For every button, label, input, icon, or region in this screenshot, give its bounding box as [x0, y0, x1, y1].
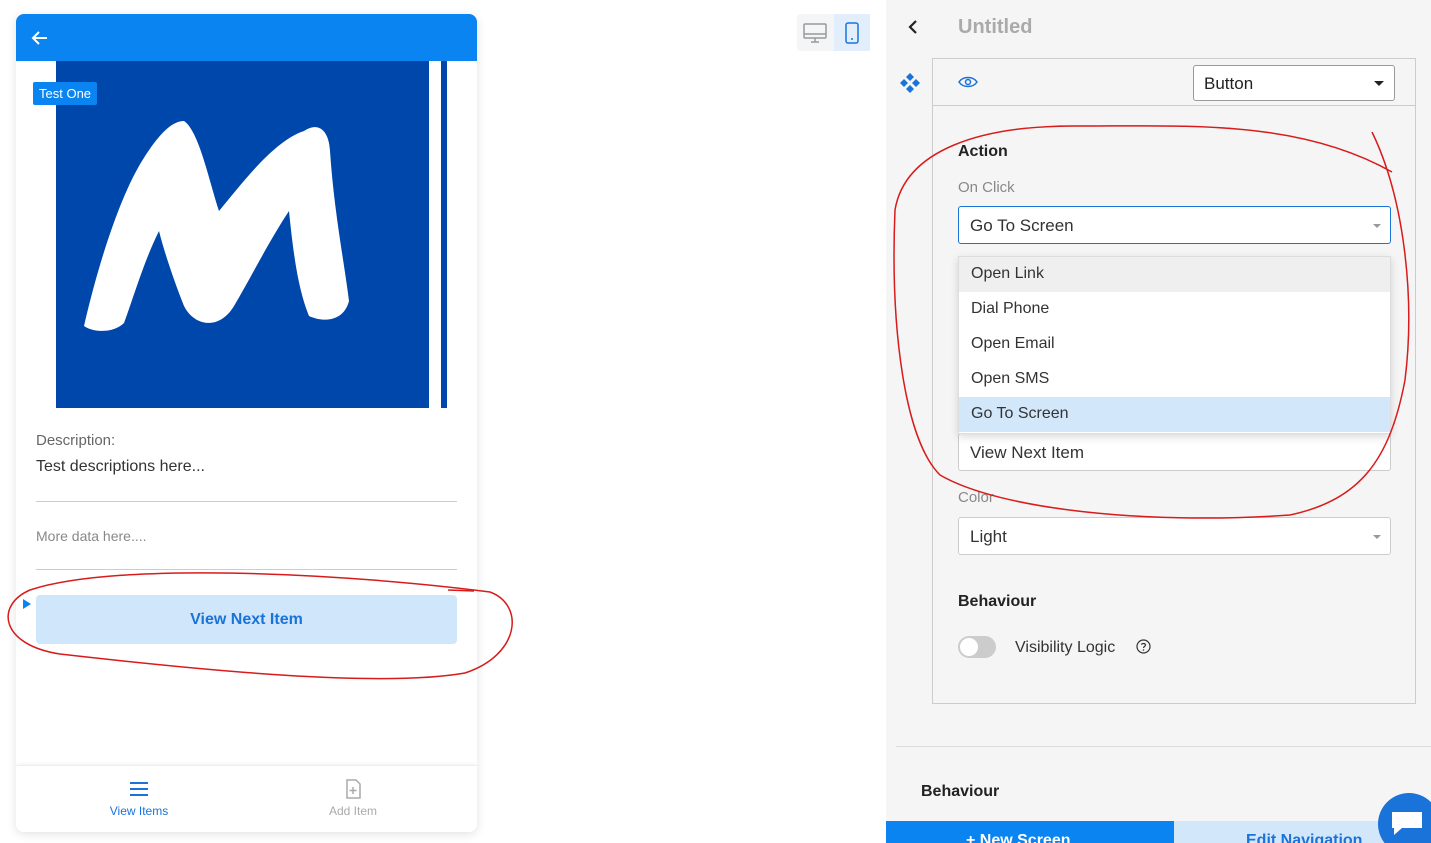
- more-data-text: More data here....: [36, 528, 147, 544]
- bottom-nav: View Items Add Item: [16, 765, 477, 832]
- view-next-item-button[interactable]: View Next Item: [36, 595, 457, 644]
- divider: [896, 746, 1431, 747]
- eye-icon[interactable]: [958, 74, 978, 90]
- chat-icon[interactable]: [1378, 793, 1431, 843]
- option-open-link[interactable]: Open Link: [959, 257, 1390, 292]
- mobile-icon: [845, 21, 859, 44]
- page-title: Untitled: [958, 16, 1033, 38]
- option-open-sms[interactable]: Open SMS: [959, 362, 1390, 397]
- on-click-options: Open Link Dial Phone Open Email Open SMS…: [958, 256, 1391, 434]
- component-type-value: Button: [1204, 74, 1254, 93]
- preview-header: [16, 14, 477, 61]
- divider: [36, 569, 457, 570]
- desktop-icon: [803, 22, 827, 43]
- chevron-left-icon[interactable]: [906, 17, 920, 37]
- component-settings-card: Button Action On Click Go To Screen View…: [932, 58, 1416, 704]
- on-click-value: Go To Screen: [970, 216, 1074, 235]
- color-select[interactable]: Light: [958, 517, 1391, 555]
- component-icon[interactable]: [899, 72, 921, 94]
- divider: [36, 501, 457, 502]
- visibility-logic-toggle[interactable]: [958, 636, 996, 658]
- caret-down-icon: [1373, 535, 1381, 539]
- caret-down-icon: [1374, 81, 1384, 86]
- list-icon: [130, 782, 148, 796]
- nav-add-item[interactable]: Add Item: [293, 778, 413, 818]
- device-toggle: [797, 14, 870, 51]
- nav-view-items[interactable]: View Items: [79, 778, 199, 818]
- behaviour-heading: Behaviour: [958, 593, 1037, 610]
- item-tag: Test One: [33, 82, 98, 105]
- hero-image: [39, 61, 452, 408]
- button-text-value: View Next Item: [970, 443, 1085, 462]
- nav-label: Add Item: [328, 804, 378, 818]
- card-header: Button: [933, 59, 1415, 106]
- new-screen-button[interactable]: + New Screen: [886, 821, 1174, 843]
- selection-marker-icon: [23, 599, 31, 609]
- description-text: Test descriptions here...: [36, 458, 205, 475]
- button-text-input[interactable]: View Next Item: [958, 433, 1391, 471]
- behaviour-heading-2: Behaviour: [921, 783, 1000, 800]
- on-click-label: On Click: [958, 179, 1015, 196]
- option-dial-phone[interactable]: Dial Phone: [959, 292, 1390, 327]
- action-heading: Action: [958, 143, 1008, 160]
- desktop-view-button[interactable]: [797, 14, 834, 51]
- back-arrow-icon[interactable]: [30, 28, 50, 48]
- component-type-select[interactable]: Button: [1193, 65, 1395, 101]
- on-click-select[interactable]: Go To Screen: [958, 206, 1391, 244]
- color-label: Color: [958, 489, 994, 506]
- nav-label: View Items: [109, 804, 169, 818]
- option-go-to-screen[interactable]: Go To Screen: [959, 397, 1390, 432]
- help-icon[interactable]: [1136, 639, 1151, 654]
- color-value: Light: [970, 527, 1007, 546]
- visibility-logic-label: Visibility Logic: [1015, 639, 1116, 656]
- properties-panel: Untitled Button Action On Click Go To Sc…: [886, 0, 1431, 843]
- caret-down-icon: [1373, 224, 1381, 228]
- option-open-email[interactable]: Open Email: [959, 327, 1390, 362]
- description-label: Description:: [36, 432, 116, 449]
- mobile-preview: Test One Description: Test descriptions …: [16, 14, 477, 832]
- mobile-view-button[interactable]: [833, 14, 870, 51]
- add-document-icon: [346, 779, 361, 799]
